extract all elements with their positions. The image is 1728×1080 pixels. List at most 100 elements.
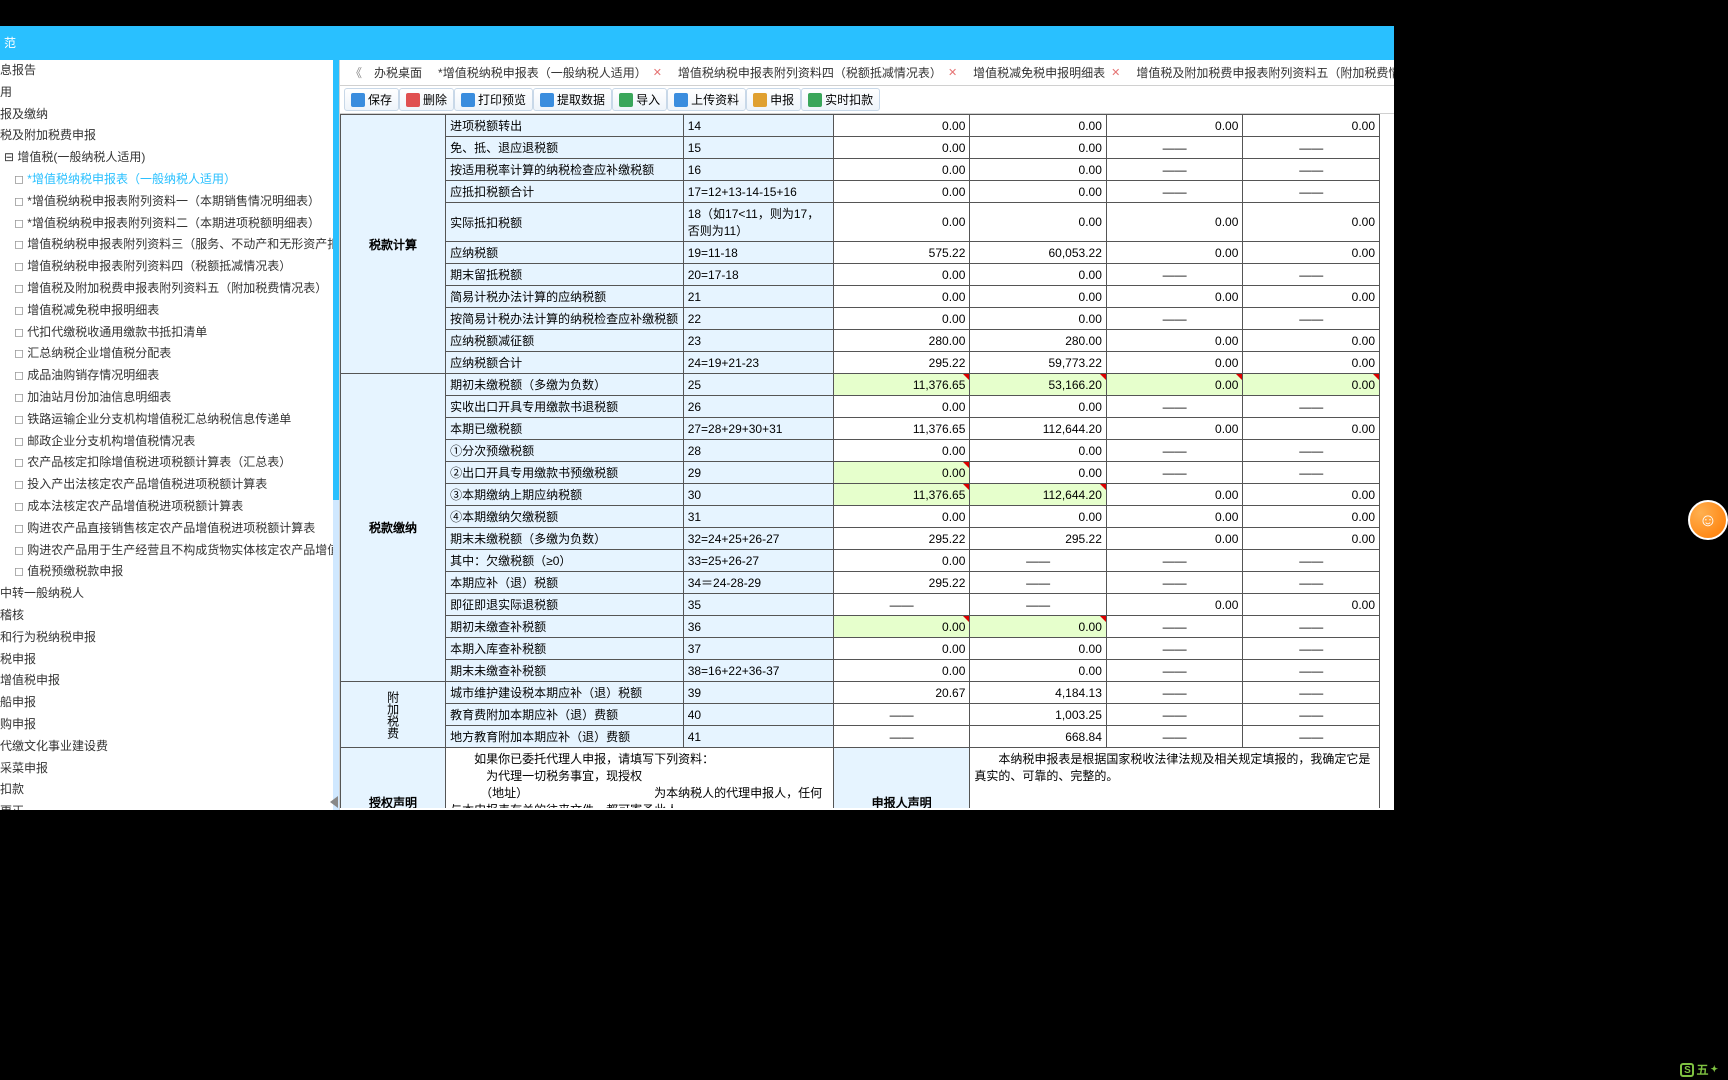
cell-c2: 0.00 bbox=[970, 159, 1107, 181]
cell-c1[interactable]: 11,376.65 bbox=[833, 374, 970, 396]
save-button[interactable]: 保存 bbox=[344, 88, 399, 111]
sidebar-item-23[interactable]: 值税预缴税款申报 bbox=[0, 561, 339, 583]
cell-c1: —— bbox=[833, 594, 970, 616]
sidebar-item-32[interactable]: 采菜申报 bbox=[0, 758, 339, 780]
sidebar-item-20[interactable]: 成本法核定农产品增值税进项税额计算表 bbox=[0, 496, 339, 518]
sidebar-item-28[interactable]: 增值税申报 bbox=[0, 670, 339, 692]
sidebar-item-14[interactable]: 成品油购销存情况明细表 bbox=[0, 365, 339, 387]
sidebar-item-33[interactable]: 扣款 bbox=[0, 779, 339, 801]
sidebar-item-27[interactable]: 税申报 bbox=[0, 649, 339, 671]
sidebar-item-17[interactable]: 邮政企业分支机构增值税情况表 bbox=[0, 431, 339, 453]
fetch-button[interactable]: 提取数据 bbox=[533, 88, 612, 111]
save-icon bbox=[351, 93, 365, 107]
row-label: 教育费附加本期应补（退）费额 bbox=[446, 704, 684, 726]
tabs-prev-icon[interactable]: 《 bbox=[346, 64, 366, 81]
delete-button[interactable]: 删除 bbox=[399, 88, 454, 111]
sidebar-item-1[interactable]: 用 bbox=[0, 82, 339, 104]
cell-c3[interactable]: 0.00 bbox=[1106, 374, 1243, 396]
sidebar-item-26[interactable]: 和行为税纳税申报 bbox=[0, 627, 339, 649]
tab-0[interactable]: 办税桌面 bbox=[366, 64, 430, 81]
sidebar-item-2[interactable]: 报及缴纳 bbox=[0, 104, 339, 126]
import-label: 导入 bbox=[636, 91, 660, 108]
row-label: 城市维护建设税本期应补（退）税额 bbox=[446, 682, 684, 704]
cell-c1: 295.22 bbox=[833, 352, 970, 374]
tab-close-icon[interactable]: ✕ bbox=[647, 66, 662, 79]
declare-button[interactable]: 申报 bbox=[746, 88, 801, 111]
pay-button[interactable]: 实时扣款 bbox=[801, 88, 880, 111]
cell-c2[interactable]: 0.00 bbox=[970, 616, 1107, 638]
sidebar-item-21[interactable]: 购进农产品直接销售核定农产品增值税进项税额计算表 bbox=[0, 518, 339, 540]
sidebar-item-25[interactable]: 稽核 bbox=[0, 605, 339, 627]
delete-label: 删除 bbox=[423, 91, 447, 108]
sidebar-item-0[interactable]: 息报告 bbox=[0, 60, 339, 82]
sidebar-scrollbar[interactable] bbox=[333, 60, 339, 810]
sidebar-item-6[interactable]: *增值税纳税申报表附列资料一（本期销售情况明细表） bbox=[0, 191, 339, 213]
sidebar-item-19[interactable]: 投入产出法核定农产品增值税进项税额计算表 bbox=[0, 474, 339, 496]
sidebar-item-7[interactable]: *增值税纳税申报表附列资料二（本期进项税额明细表） bbox=[0, 213, 339, 235]
tab-close-icon[interactable]: ✕ bbox=[942, 66, 957, 79]
row-number: 40 bbox=[683, 704, 833, 726]
sidebar-item-34[interactable]: 更正 bbox=[0, 801, 339, 810]
sidebar-item-3[interactable]: 税及附加税费申报 bbox=[0, 125, 339, 147]
sidebar-item-12[interactable]: 代扣代缴税收通用缴款书抵扣清单 bbox=[0, 322, 339, 344]
sidebar-item-30[interactable]: 购申报 bbox=[0, 714, 339, 736]
sidebar-item-31[interactable]: 代缴文化事业建设费 bbox=[0, 736, 339, 758]
tab-3[interactable]: 增值税减免税申报明细表✕ bbox=[965, 64, 1128, 81]
grid-row-31: ④本期缴纳欠缴税额310.000.000.000.00 bbox=[341, 506, 1380, 528]
row-number: 37 bbox=[683, 638, 833, 660]
grid-row-30: ③本期缴纳上期应纳税额3011,376.65112,644.200.000.00 bbox=[341, 484, 1380, 506]
sidebar-item-24[interactable]: 中转一般纳税人 bbox=[0, 583, 339, 605]
sidebar-item-10[interactable]: 增值税及附加税费申报表附列资料五（附加税费情况表） bbox=[0, 278, 339, 300]
import-button[interactable]: 导入 bbox=[612, 88, 667, 111]
cell-c2[interactable]: 53,166.20 bbox=[970, 374, 1107, 396]
row-number: 24=19+21-23 bbox=[683, 352, 833, 374]
cell-c4: —— bbox=[1243, 137, 1380, 159]
upload-icon bbox=[674, 93, 688, 107]
row-number: 30 bbox=[683, 484, 833, 506]
sidebar-item-15[interactable]: 加油站月份加油信息明细表 bbox=[0, 387, 339, 409]
cell-c2[interactable]: 112,644.20 bbox=[970, 484, 1107, 506]
cell-c1[interactable]: 0.00 bbox=[833, 462, 970, 484]
sidebar-item-4[interactable]: ⊟ 增值税(一般纳税人适用) bbox=[0, 147, 339, 169]
cell-c3: —— bbox=[1106, 682, 1243, 704]
row-label: 按适用税率计算的纳税检查应补缴税额 bbox=[446, 159, 684, 181]
sidebar-item-29[interactable]: 船申报 bbox=[0, 692, 339, 714]
sidebar-item-8[interactable]: 增值税纳税申报表附列资料三（服务、不动产和无形资产扣除项目明细） bbox=[0, 234, 339, 256]
titlebar: 范 bbox=[0, 26, 1394, 60]
upload-button[interactable]: 上传资料 bbox=[667, 88, 746, 111]
sidebar-item-13[interactable]: 汇总纳税企业增值税分配表 bbox=[0, 343, 339, 365]
sidebar-collapse-icon[interactable] bbox=[330, 796, 338, 808]
preview-label: 打印预览 bbox=[478, 91, 526, 108]
cell-c2: 280.00 bbox=[970, 330, 1107, 352]
cell-c1[interactable]: 0.00 bbox=[833, 616, 970, 638]
row-label: 期初未缴查补税额 bbox=[446, 616, 684, 638]
tab-1[interactable]: *增值税纳税申报表（一般纳税人适用）✕ bbox=[430, 64, 670, 81]
sidebar-item-18[interactable]: 农产品核定扣除增值税进项税额计算表（汇总表） bbox=[0, 452, 339, 474]
grid-row-21: 简易计税办法计算的应纳税额210.000.000.000.00 bbox=[341, 286, 1380, 308]
grid-scroll[interactable]: 税款计算进项税额转出140.000.000.000.00免、抵、退应退税额150… bbox=[340, 114, 1394, 808]
cell-c1[interactable]: 11,376.65 bbox=[833, 484, 970, 506]
cell-c2: 0.00 bbox=[970, 137, 1107, 159]
tab-4[interactable]: 增值税及附加税费申报表附列资料五（附加税费情况表）✕ bbox=[1128, 64, 1394, 81]
preview-button[interactable]: 打印预览 bbox=[454, 88, 533, 111]
sidebar-item-16[interactable]: 铁路运输企业分支机构增值税汇总纳税信息传递单 bbox=[0, 409, 339, 431]
sidebar-item-9[interactable]: 增值税纳税申报表附列资料四（税额抵减情况表） bbox=[0, 256, 339, 278]
row-number: 19=11-18 bbox=[683, 242, 833, 264]
row-label: 地方教育附加本期应补（退）费额 bbox=[446, 726, 684, 748]
sidebar-item-5[interactable]: *增值税纳税申报表（一般纳税人适用） bbox=[0, 169, 339, 191]
sidebar-item-11[interactable]: 增值税减免税申报明细表 bbox=[0, 300, 339, 322]
chat-float-icon[interactable]: ☺ bbox=[1688, 500, 1728, 540]
sidebar-item-22[interactable]: 购进农产品用于生产经营且不构成货物实体核定农产品增值税进项税额计算 bbox=[0, 540, 339, 562]
tab-close-icon[interactable]: ✕ bbox=[1105, 66, 1120, 79]
applicant-body: 本纳税申报表是根据国家税收法律法规及相关规定填报的，我确定它是真实的、可靠的、完… bbox=[970, 748, 1380, 809]
cell-c3: —— bbox=[1106, 638, 1243, 660]
main-area: 《 办税桌面*增值税纳税申报表（一般纳税人适用）✕增值税纳税申报表附列资料四（税… bbox=[340, 60, 1394, 810]
row-number: 31 bbox=[683, 506, 833, 528]
cell-c2: 0.00 bbox=[970, 181, 1107, 203]
grid-row-41: 地方教育附加本期应补（退）费额41——668.84———— bbox=[341, 726, 1380, 748]
row-label: 应纳税额减征额 bbox=[446, 330, 684, 352]
tab-2[interactable]: 增值税纳税申报表附列资料四（税额抵减情况表）✕ bbox=[670, 64, 965, 81]
cell-c4: —— bbox=[1243, 638, 1380, 660]
row-label: 其中：欠缴税额（≥0） bbox=[446, 550, 684, 572]
cell-c4[interactable]: 0.00 bbox=[1243, 374, 1380, 396]
